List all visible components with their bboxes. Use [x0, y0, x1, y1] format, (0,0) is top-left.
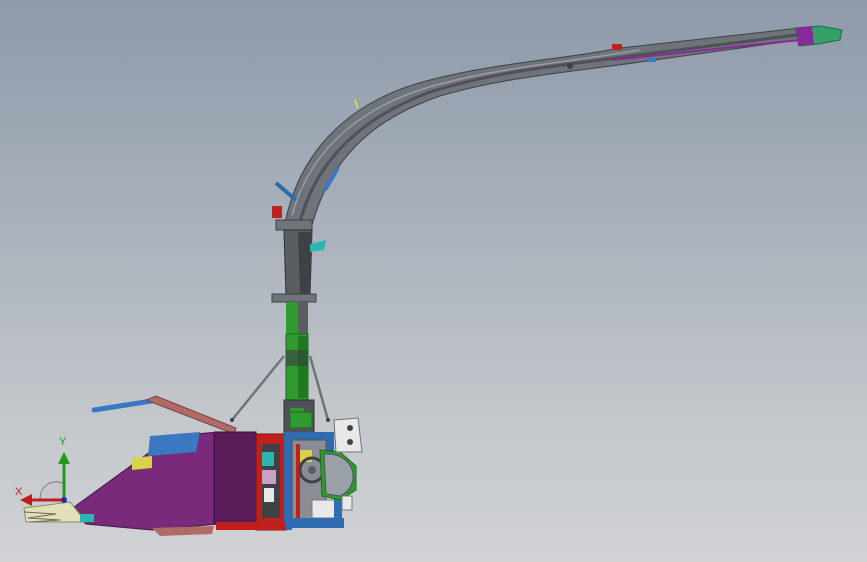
strut-right-pin — [326, 418, 330, 422]
frame-cyan-block — [262, 452, 274, 466]
support-struts — [230, 355, 330, 422]
spout-clamp — [612, 44, 622, 50]
frame-white-block — [264, 488, 274, 502]
triad-x-label: X — [15, 486, 23, 498]
lever-red-arm — [144, 395, 237, 435]
spout-clamp-2 — [648, 58, 656, 62]
strut-left-pin — [230, 418, 234, 422]
frame-blue-foot — [330, 518, 344, 528]
lever-blue-bar — [91, 397, 161, 413]
spout-tip-purple-block — [796, 26, 814, 46]
turret-grey-segment — [298, 302, 308, 334]
cad-viewport[interactable]: Y X — [0, 0, 867, 562]
spout-hinge — [567, 63, 573, 69]
turret-collar — [275, 219, 313, 231]
frame-red-stripe — [296, 444, 300, 524]
turret-column[interactable] — [271, 219, 326, 435]
triad-graphic — [20, 452, 70, 506]
spout-rotate-cylinder — [274, 181, 298, 202]
frame-white-stand — [341, 495, 353, 511]
turret-flange — [271, 293, 317, 303]
forage-harvester-model[interactable] — [0, 0, 867, 562]
triad-z-dot — [61, 497, 67, 503]
bracket-hole-2 — [347, 439, 353, 445]
header-yellow-tab — [132, 456, 152, 470]
turret-fin — [310, 240, 326, 252]
turret-green-segment — [286, 302, 300, 334]
coordinate-triad: Y X — [12, 436, 82, 508]
frame-blue-post — [284, 432, 292, 530]
frame-bracket — [333, 417, 363, 453]
turret-upper-dark — [298, 232, 312, 294]
header-nose — [80, 514, 94, 522]
bracket-hole-1 — [347, 425, 353, 431]
triad-y-label: Y — [59, 436, 67, 448]
strut-left — [231, 355, 285, 421]
triad-y-arrow — [58, 452, 70, 464]
triad-z-base — [39, 481, 65, 501]
discharge-spout[interactable] — [272, 25, 843, 226]
frame-red-base — [216, 522, 286, 530]
frame-green-box — [289, 411, 313, 429]
frame-gear-hub — [308, 466, 316, 474]
header-purple-face — [213, 431, 257, 525]
spout-lug — [354, 99, 359, 109]
spout-base-red — [272, 206, 282, 218]
column-mid-band — [286, 350, 308, 366]
lift-lever[interactable] — [91, 395, 237, 435]
column-mid-shade — [298, 336, 308, 398]
frame-pink-block — [262, 470, 276, 484]
